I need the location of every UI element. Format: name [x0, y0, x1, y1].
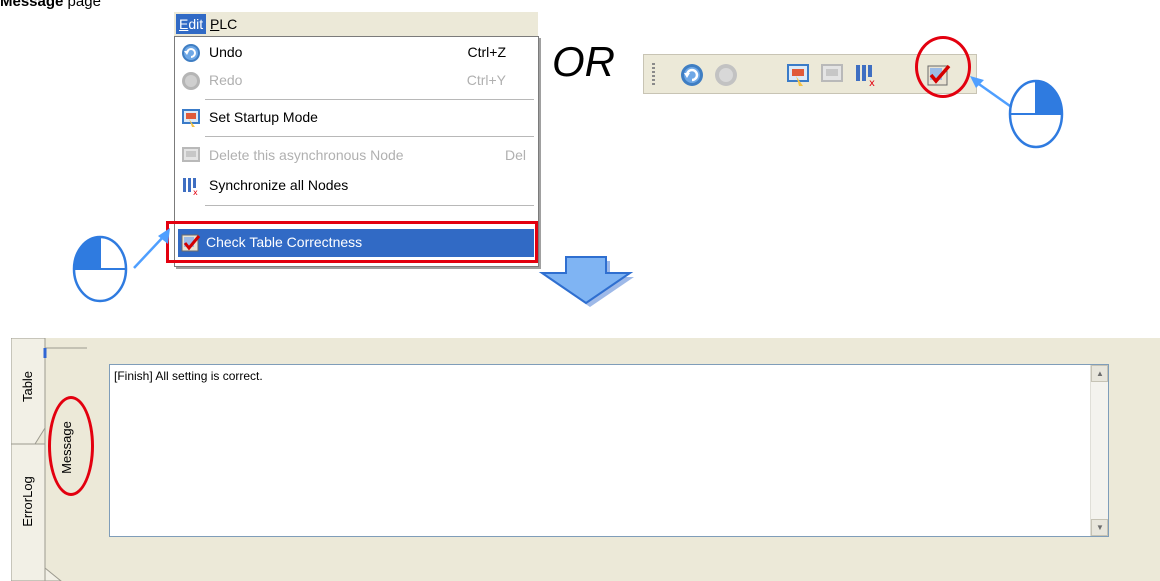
sync-nodes-icon[interactable]: x — [854, 63, 878, 87]
scroll-down-icon: ▼ — [1096, 523, 1104, 532]
undo-icon[interactable] — [680, 63, 704, 87]
sync-label: Synchronize all Nodes — [209, 177, 349, 193]
delete-node-icon — [182, 147, 200, 162]
redo-icon — [182, 72, 200, 90]
toolbar-grip[interactable] — [652, 63, 655, 87]
menu-plc[interactable]: PLC — [207, 14, 240, 34]
pointer-arrow — [133, 228, 170, 269]
menu-item-redo[interactable]: Redo Ctrl+Y — [175, 67, 538, 95]
menu-item-synchronize-nodes[interactable]: x Synchronize all Nodes — [175, 172, 538, 200]
menu-edit-mnemonic: E — [179, 16, 189, 32]
menu-separator — [205, 205, 534, 206]
heading-bold: Message — [0, 0, 64, 10]
menu-plc-mnemonic: P — [210, 16, 220, 32]
message-output[interactable]: [Finish] All setting is correct. ▲ ▼ — [109, 364, 1109, 537]
startup-mode-icon — [182, 109, 200, 127]
menu-plc-rest: LC — [219, 16, 238, 32]
scroll-up-button[interactable]: ▲ — [1091, 365, 1108, 382]
startup-mode-icon[interactable] — [786, 63, 810, 87]
startup-label: Set Startup Mode — [209, 109, 318, 125]
svg-text:x: x — [193, 188, 198, 196]
undo-icon — [182, 44, 200, 62]
menu-item-set-startup-mode[interactable]: Set Startup Mode — [175, 104, 538, 132]
redo-label: Redo — [209, 72, 243, 88]
scroll-down-button[interactable]: ▼ — [1091, 519, 1108, 536]
message-text: [Finish] All setting is correct. — [114, 369, 263, 383]
menu-separator — [205, 99, 534, 100]
menu-edit[interactable]: Edit — [176, 14, 207, 34]
heading-rest: page — [63, 0, 101, 10]
scroll-up-icon: ▲ — [1096, 369, 1104, 378]
delete-node-icon[interactable] — [820, 63, 844, 87]
mouse-click-icon — [72, 235, 128, 303]
tab-table[interactable]: Table — [20, 367, 42, 407]
redo-icon[interactable] — [714, 63, 738, 87]
menu-edit-rest: dit — [188, 16, 204, 32]
redo-shortcut: Ctrl+Y — [466, 72, 506, 88]
menu-item-delete-node[interactable]: Delete this asynchronous Node Del — [175, 142, 538, 170]
tab-table-label: Table — [20, 370, 36, 403]
tab-errorlog[interactable]: ErrorLog — [20, 460, 42, 540]
tab-errorlog-label: ErrorLog — [19, 476, 35, 527]
highlight-circle-message-tab — [48, 396, 94, 496]
undo-label: Undo — [209, 44, 243, 60]
highlight-box — [166, 221, 538, 263]
sync-nodes-icon: x — [183, 178, 198, 196]
page-heading: Message page — [0, 0, 101, 10]
menubar: Edit PLC — [174, 12, 538, 36]
vertical-scrollbar[interactable]: ▲ ▼ — [1090, 365, 1108, 536]
delete-shortcut: Del — [504, 147, 526, 163]
down-arrow-icon — [538, 256, 634, 307]
or-label: OR — [552, 38, 615, 85]
mouse-click-icon — [1008, 79, 1064, 149]
menu-separator — [205, 136, 534, 137]
delete-label: Delete this asynchronous Node — [209, 147, 404, 163]
undo-shortcut: Ctrl+Z — [467, 44, 507, 60]
svg-text:x: x — [869, 78, 875, 87]
menu-item-undo[interactable]: Undo Ctrl+Z — [175, 39, 538, 67]
